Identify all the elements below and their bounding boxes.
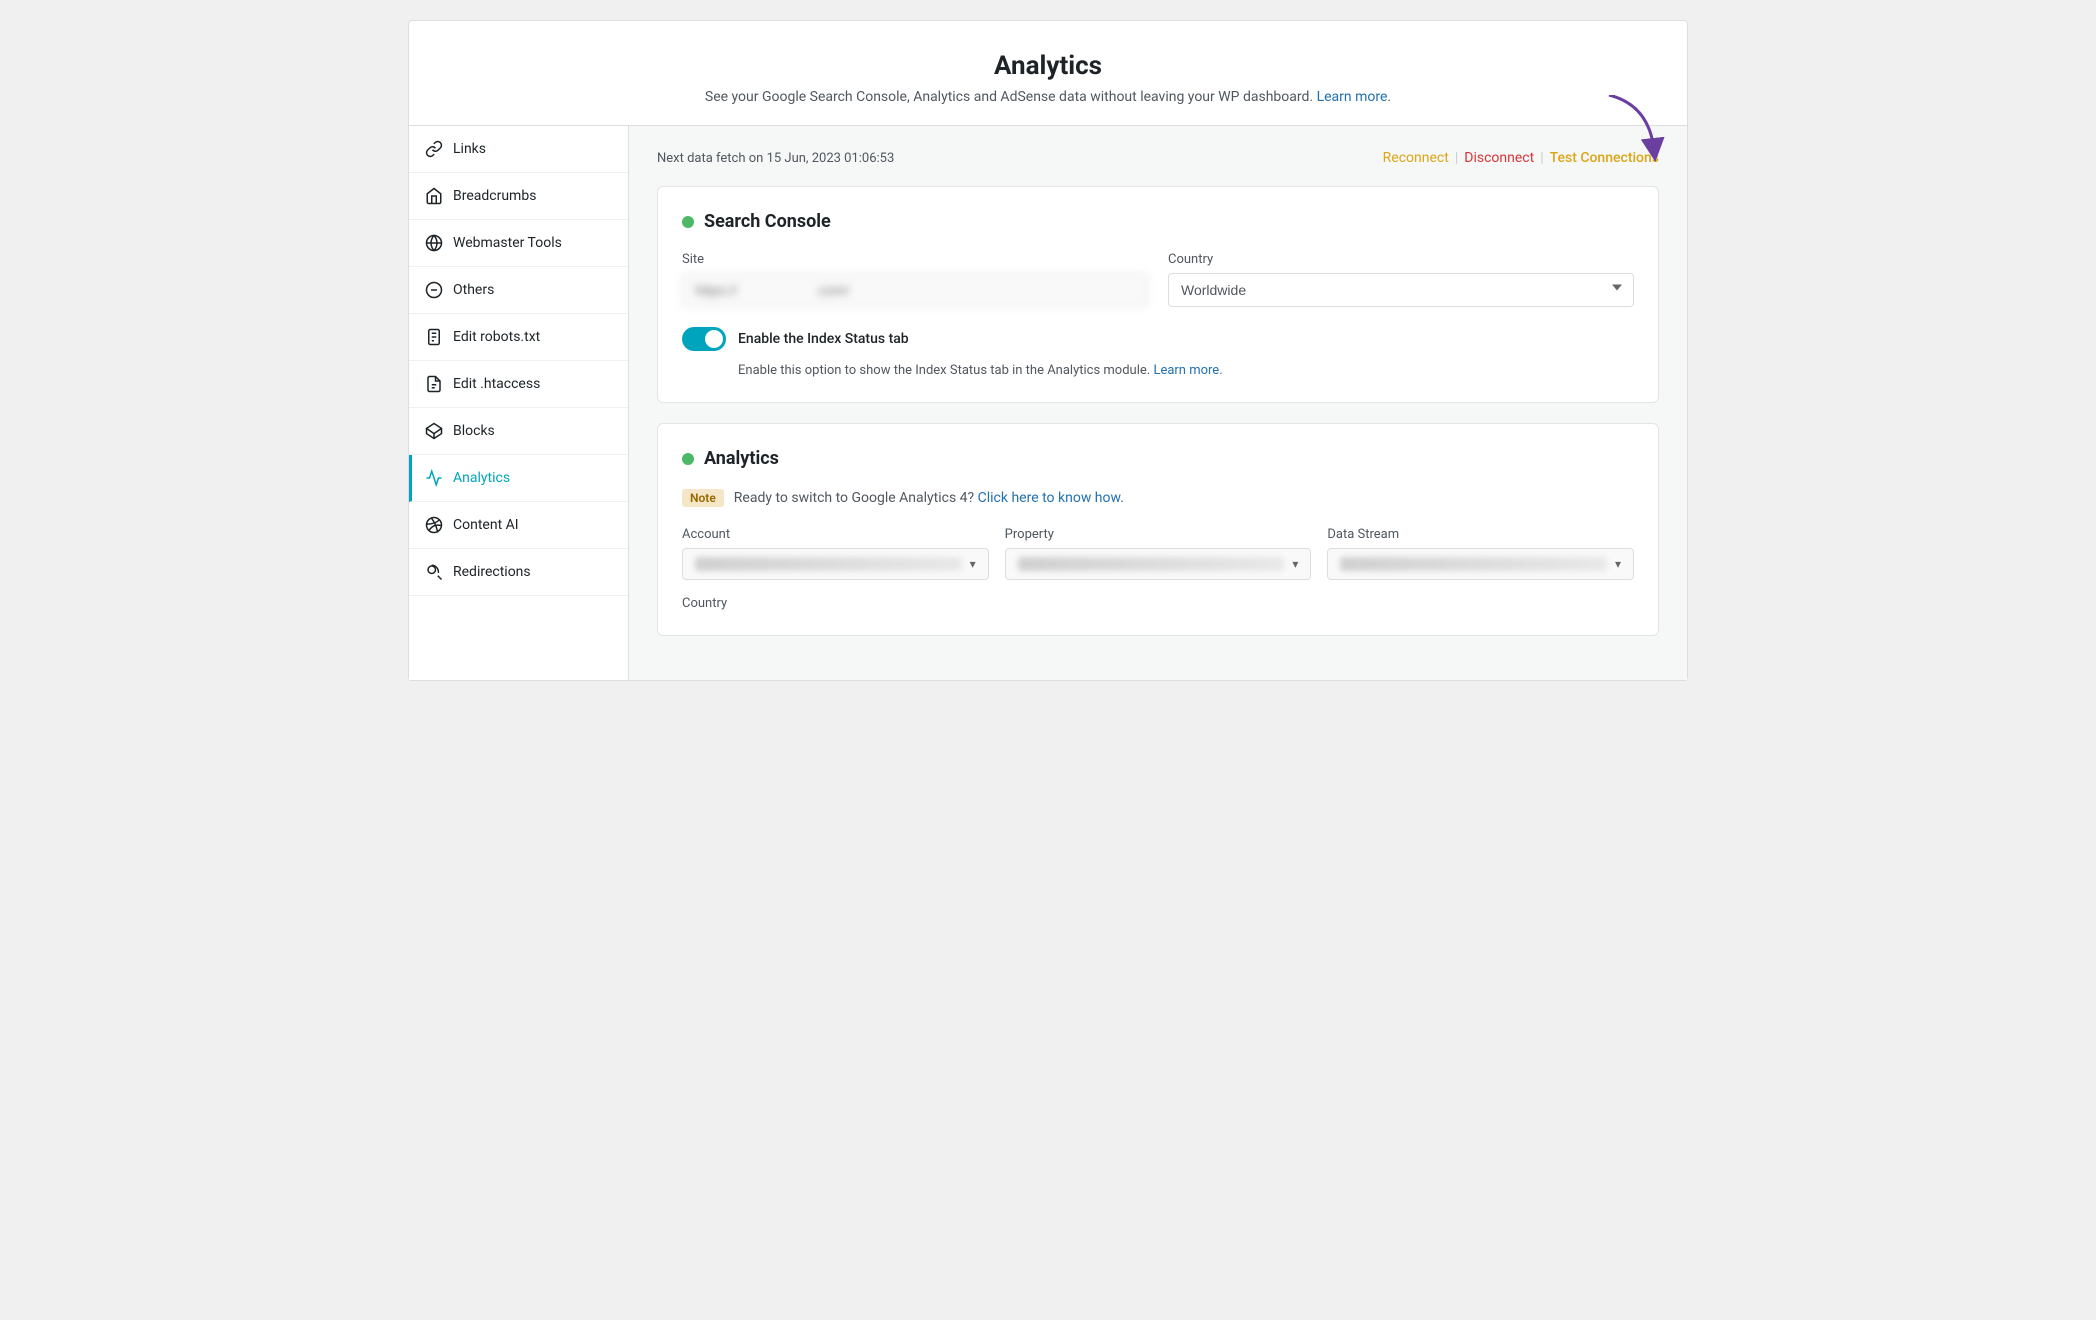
page-header: Analytics See your Google Search Console… xyxy=(408,20,1688,125)
separator-1: | xyxy=(1455,150,1458,166)
analytics-card: Analytics Note Ready to switch to Google… xyxy=(657,423,1659,636)
analytics-icon xyxy=(425,469,443,487)
country-label-sc: Country xyxy=(1168,252,1634,267)
property-select[interactable]: ▾ xyxy=(1005,548,1312,580)
sidebar-item-redirections[interactable]: Redirections xyxy=(409,549,628,596)
note-text: Ready to switch to Google Analytics 4? C… xyxy=(734,490,1124,506)
sidebar-item-links[interactable]: Links xyxy=(409,126,628,173)
site-field-group: Site xyxy=(682,252,1148,307)
property-chevron-icon: ▾ xyxy=(1292,557,1298,571)
property-label: Property xyxy=(1005,527,1312,542)
analytics-country-label: Country xyxy=(682,596,1634,611)
account-select[interactable]: ▾ xyxy=(682,548,989,580)
sidebar-label-breadcrumbs: Breadcrumbs xyxy=(453,188,536,204)
toggle-row: Enable the Index Status tab xyxy=(682,327,1634,351)
sidebar: Links Breadcrumbs xyxy=(409,126,629,680)
main-layout: Links Breadcrumbs xyxy=(408,125,1688,681)
country-field-group: Country Worldwide xyxy=(1168,252,1634,307)
site-label: Site xyxy=(682,252,1148,267)
page-title: Analytics xyxy=(429,51,1667,81)
account-label: Account xyxy=(682,527,989,542)
country-select[interactable]: Worldwide xyxy=(1168,273,1634,307)
sidebar-label-content-ai: Content AI xyxy=(453,517,519,533)
sidebar-label-edit-robots: Edit robots.txt xyxy=(453,329,540,345)
edit-htaccess-icon xyxy=(425,375,443,393)
toggle-label: Enable the Index Status tab xyxy=(738,331,909,347)
separator-2: | xyxy=(1540,150,1543,166)
analytics-status-dot xyxy=(682,453,694,465)
sidebar-item-content-ai[interactable]: Content AI xyxy=(409,502,628,549)
links-icon xyxy=(425,140,443,158)
breadcrumbs-icon xyxy=(425,187,443,205)
page-description: See your Google Search Console, Analytic… xyxy=(429,89,1667,105)
sidebar-item-analytics[interactable]: Analytics xyxy=(409,455,628,502)
index-status-toggle[interactable] xyxy=(682,327,726,351)
index-description: Enable this option to show the Index Sta… xyxy=(682,363,1634,378)
data-stream-select[interactable]: ▾ xyxy=(1327,548,1634,580)
search-console-card: Search Console Site Country Worldwide xyxy=(657,186,1659,403)
account-chevron-icon: ▾ xyxy=(970,557,976,571)
sidebar-label-redirections: Redirections xyxy=(453,564,531,580)
sidebar-item-breadcrumbs[interactable]: Breadcrumbs xyxy=(409,173,628,220)
search-console-status-dot xyxy=(682,216,694,228)
country-select-wrapper: Worldwide xyxy=(1168,273,1634,307)
next-fetch-text: Next data fetch on 15 Jun, 2023 01:06:53 xyxy=(657,151,894,166)
sidebar-label-analytics: Analytics xyxy=(453,470,510,486)
action-links: Reconnect | Disconnect | Test Connection… xyxy=(1383,150,1659,166)
account-field-group: Account ▾ xyxy=(682,527,989,580)
reconnect-link[interactable]: Reconnect xyxy=(1383,150,1449,166)
sidebar-item-edit-robots[interactable]: Edit robots.txt xyxy=(409,314,628,361)
data-stream-chevron-icon: ▾ xyxy=(1615,557,1621,571)
toggle-thumb xyxy=(705,330,723,348)
sidebar-item-edit-htaccess[interactable]: Edit .htaccess xyxy=(409,361,628,408)
content-ai-icon xyxy=(425,516,443,534)
webmaster-tools-icon xyxy=(425,234,443,252)
search-console-header: Search Console xyxy=(682,211,1634,232)
data-stream-field-group: Data Stream ▾ xyxy=(1327,527,1634,580)
sidebar-label-edit-htaccess: Edit .htaccess xyxy=(453,376,540,392)
index-learn-more-link[interactable]: Learn more. xyxy=(1153,363,1222,378)
content-area: Next data fetch on 15 Jun, 2023 01:06:53… xyxy=(629,126,1687,680)
sidebar-label-blocks: Blocks xyxy=(453,423,495,439)
ga4-link[interactable]: Click here to know how xyxy=(978,490,1121,506)
analytics-selects-row: Account ▾ Property xyxy=(682,527,1634,580)
data-stream-label: Data Stream xyxy=(1327,527,1634,542)
sidebar-label-webmaster-tools: Webmaster Tools xyxy=(453,235,562,251)
search-console-form-row: Site Country Worldwide xyxy=(682,252,1634,307)
country-row: Country xyxy=(682,596,1634,611)
site-input[interactable] xyxy=(682,273,1148,307)
test-connections-link[interactable]: Test Connections xyxy=(1550,150,1659,166)
sidebar-item-webmaster-tools[interactable]: Webmaster Tools xyxy=(409,220,628,267)
others-icon xyxy=(425,281,443,299)
learn-more-link[interactable]: Learn more xyxy=(1317,89,1388,105)
search-console-title: Search Console xyxy=(704,211,831,232)
content-topbar: Next data fetch on 15 Jun, 2023 01:06:53… xyxy=(657,150,1659,166)
blocks-icon xyxy=(425,422,443,440)
property-field-group: Property ▾ xyxy=(1005,527,1312,580)
disconnect-link[interactable]: Disconnect xyxy=(1464,150,1534,166)
note-badge: Note xyxy=(682,489,724,507)
page-wrapper: Analytics See your Google Search Console… xyxy=(408,20,1688,681)
note-row: Note Ready to switch to Google Analytics… xyxy=(682,489,1634,507)
toggle-track xyxy=(682,327,726,351)
sidebar-item-blocks[interactable]: Blocks xyxy=(409,408,628,455)
analytics-card-title: Analytics xyxy=(704,448,779,469)
sidebar-label-links: Links xyxy=(453,141,486,157)
edit-robots-icon xyxy=(425,328,443,346)
sidebar-item-others[interactable]: Others xyxy=(409,267,628,314)
redirections-icon xyxy=(425,563,443,581)
analytics-card-header: Analytics xyxy=(682,448,1634,469)
sidebar-label-others: Others xyxy=(453,282,494,298)
